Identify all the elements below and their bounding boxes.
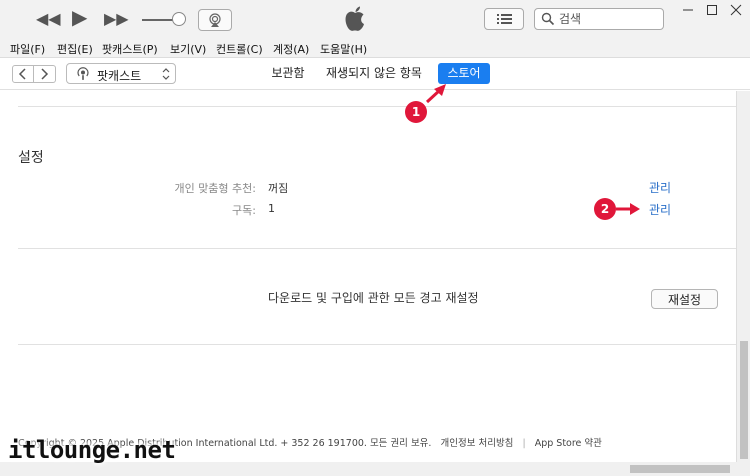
step-badge-2: 2 bbox=[594, 198, 616, 220]
step-badge-1: 1 bbox=[405, 101, 427, 123]
watermark: itlounge.net bbox=[8, 436, 176, 464]
callout-arrows bbox=[425, 84, 640, 215]
